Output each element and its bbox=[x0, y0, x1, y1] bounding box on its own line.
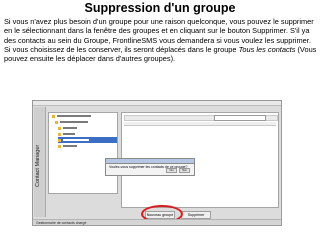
folder-icon bbox=[58, 138, 61, 142]
delete-button[interactable]: Supprimer bbox=[181, 211, 211, 219]
slide-paragraph: Si vous n'avez plus besoin d'un groupe p… bbox=[4, 17, 318, 63]
folder-icon bbox=[58, 132, 61, 136]
search-input[interactable] bbox=[214, 115, 266, 121]
folder-icon bbox=[55, 120, 58, 124]
dialog-no-button[interactable]: Non bbox=[179, 168, 190, 173]
folder-icon bbox=[58, 144, 61, 148]
folder-icon bbox=[52, 114, 55, 118]
dialog-titlebar bbox=[106, 159, 194, 164]
menu-bar bbox=[33, 101, 281, 106]
tree-node[interactable] bbox=[58, 143, 117, 149]
group-tree-panel bbox=[48, 112, 118, 194]
contact-manager-side-tab[interactable]: Contact Manager bbox=[34, 107, 46, 217]
confirm-dialog: Voulez-vous supprimer les contacts de ce… bbox=[105, 158, 195, 176]
paragraph-italic: Tous les contacts bbox=[238, 44, 296, 54]
application-screenshot: Contact Manager Voulez-vous supprimer le… bbox=[32, 100, 282, 226]
status-bar: Gestionnaire de contacts chargé bbox=[33, 219, 281, 225]
side-tab-label: Contact Manager bbox=[35, 144, 41, 187]
dialog-yes-button[interactable]: Oui bbox=[166, 168, 177, 173]
contacts-column-header bbox=[124, 122, 276, 126]
slide-title: Suppression d'un groupe bbox=[84, 1, 236, 15]
folder-icon bbox=[58, 126, 61, 130]
